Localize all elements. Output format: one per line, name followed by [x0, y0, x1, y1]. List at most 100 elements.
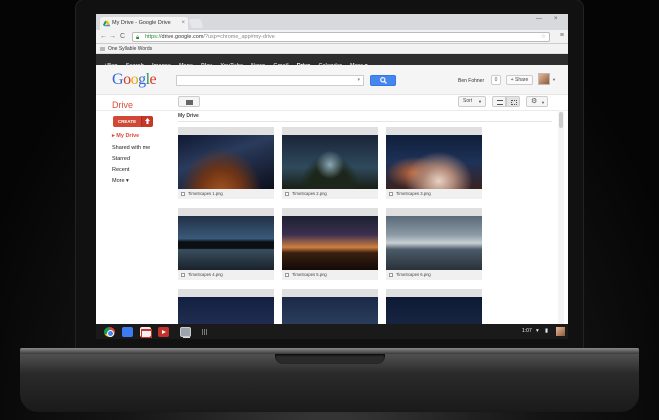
back-icon[interactable]: ←: [100, 32, 107, 42]
url-host: drive.google.com: [161, 34, 204, 40]
sidebar-item-more[interactable]: More ▾: [112, 178, 129, 184]
file-name: TimeScapes 6.png: [396, 272, 431, 277]
file-card[interactable]: TimeScapes 3.png: [386, 127, 482, 199]
file-name: TimeScapes 5.png: [292, 272, 327, 277]
new-tab-button[interactable]: [188, 19, 204, 28]
card-top: [282, 127, 378, 135]
sidebar-item-shared[interactable]: Shared with me: [112, 145, 150, 151]
search-options-icon[interactable]: ▾: [357, 77, 360, 83]
file-card[interactable]: TimeScapes 4.png: [178, 208, 274, 280]
tab-bar: My Drive - Google Drive × — ×: [96, 14, 568, 30]
file-name: TimeScapes 2.png: [292, 191, 327, 196]
photo-scene: My Drive - Google Drive × — × ← → C 🔒︎ h…: [0, 0, 659, 420]
file-caption: TimeScapes 2.png: [282, 189, 378, 199]
user-name[interactable]: Ben Fohner: [458, 78, 484, 84]
folder-plus-icon: [186, 100, 193, 105]
google-logo[interactable]: Google: [112, 71, 157, 89]
gmail-icon[interactable]: [140, 327, 152, 338]
file-card[interactable]: TimeScapes 2.png: [282, 127, 378, 199]
share-button[interactable]: + Share: [506, 75, 533, 85]
bookmark-folder-icon: [100, 47, 105, 51]
file-card[interactable]: TimeScapes 5.png: [282, 208, 378, 280]
wifi-icon[interactable]: ▾: [536, 328, 539, 334]
chrome-icon[interactable]: [104, 327, 115, 337]
file-caption: TimeScapes 4.png: [178, 270, 274, 280]
lock-icon: 🔒︎: [136, 35, 140, 41]
chevron-down-icon: ▼: [478, 99, 482, 104]
google-bar: +BenSearchImagesMapsPlayYouTubeNewsGmail…: [96, 54, 568, 69]
sidebar-item-starred[interactable]: Starred: [112, 156, 130, 162]
file-name: TimeScapes 1.png: [188, 191, 223, 196]
card-top: [282, 289, 378, 297]
reload-icon[interactable]: C: [120, 32, 125, 42]
checkbox[interactable]: [285, 192, 289, 196]
search-button[interactable]: [370, 75, 396, 86]
minimize-icon[interactable]: —: [536, 16, 542, 22]
card-top: [178, 208, 274, 216]
logo-letter: o: [130, 71, 139, 88]
browser-tab[interactable]: My Drive - Google Drive ×: [100, 17, 188, 30]
file-caption: TimeScapes 6.png: [386, 270, 482, 280]
list-view-button[interactable]: [492, 96, 506, 107]
sidebar-item-label: My Drive: [116, 133, 140, 139]
chrome-menu-icon[interactable]: ≡: [560, 32, 564, 39]
file-thumbnail: [178, 216, 274, 270]
file-thumbnail: [282, 135, 378, 189]
search-icon: [379, 77, 387, 84]
card-top: [178, 289, 274, 297]
checkbox[interactable]: [389, 273, 393, 277]
avatar[interactable]: [556, 327, 565, 336]
checkbox[interactable]: [389, 192, 393, 196]
create-button[interactable]: CREATE: [113, 116, 141, 127]
youtube-icon[interactable]: [158, 327, 169, 337]
file-thumbnail: [178, 135, 274, 189]
file-caption: TimeScapes 5.png: [282, 270, 378, 280]
tab-close-icon[interactable]: ×: [181, 17, 185, 30]
gear-icon: ⚙: [531, 98, 538, 105]
breadcrumb[interactable]: My Drive: [178, 113, 199, 119]
launcher-shelf: 1:07 ▾ ▮: [96, 324, 568, 339]
avatar[interactable]: [538, 73, 550, 85]
tab-title: My Drive - Google Drive: [112, 20, 171, 26]
file-card[interactable]: TimeScapes 6.png: [386, 208, 482, 280]
file-card[interactable]: TimeScapes 1.png: [178, 127, 274, 199]
clock[interactable]: 1:07: [522, 328, 532, 334]
logo-letter: e: [149, 71, 157, 88]
sidebar-item-my-drive[interactable]: ▸ My Drive: [112, 133, 139, 139]
window-close-icon[interactable]: ×: [554, 16, 558, 22]
upload-button[interactable]: [141, 116, 153, 127]
address-bar[interactable]: 🔒︎ https://drive.google.com/?usp=chrome_…: [132, 32, 550, 42]
laptop-notch: [275, 354, 385, 364]
google-header: Google ▾ Ben Fohner 0 + Share ▼: [96, 65, 568, 95]
bookmark-item[interactable]: One Syllable Words: [108, 46, 152, 52]
file-name: TimeScapes 4.png: [188, 272, 223, 277]
grid-view-button[interactable]: [506, 96, 520, 107]
checkbox[interactable]: [285, 273, 289, 277]
app-launcher-icon[interactable]: [200, 327, 211, 337]
file-caption: TimeScapes 1.png: [178, 189, 274, 199]
breadcrumb-divider: [178, 121, 552, 122]
url-scheme: https://: [145, 34, 162, 40]
search-input[interactable]: ▾: [176, 75, 364, 86]
sidebar-item-recent[interactable]: Recent: [112, 167, 129, 173]
google-search-icon[interactable]: [122, 327, 133, 337]
new-folder-button[interactable]: [178, 96, 200, 107]
chevron-down-icon[interactable]: ▼: [552, 77, 556, 82]
sort-label: Sort: [463, 98, 473, 104]
scrollbar-thumb[interactable]: [559, 112, 563, 128]
list-icon: [497, 100, 503, 105]
sort-button[interactable]: Sort ▼: [458, 96, 486, 107]
notification-count[interactable]: 0: [491, 75, 501, 85]
scrollbar[interactable]: [558, 110, 564, 324]
settings-button[interactable]: ⚙ ▼: [526, 96, 548, 107]
bookmark-star-icon[interactable]: ☆: [541, 33, 546, 41]
browser-window-icon[interactable]: [180, 327, 191, 338]
battery-icon[interactable]: ▮: [545, 328, 548, 334]
upload-icon: [145, 118, 150, 124]
url-path: /?usp=chrome_app#my-drive: [203, 34, 275, 40]
drive-title[interactable]: Drive: [112, 100, 133, 110]
checkbox[interactable]: [181, 192, 185, 196]
toolbar-divider: [96, 110, 568, 111]
checkbox[interactable]: [181, 273, 185, 277]
forward-icon[interactable]: →: [109, 32, 116, 42]
